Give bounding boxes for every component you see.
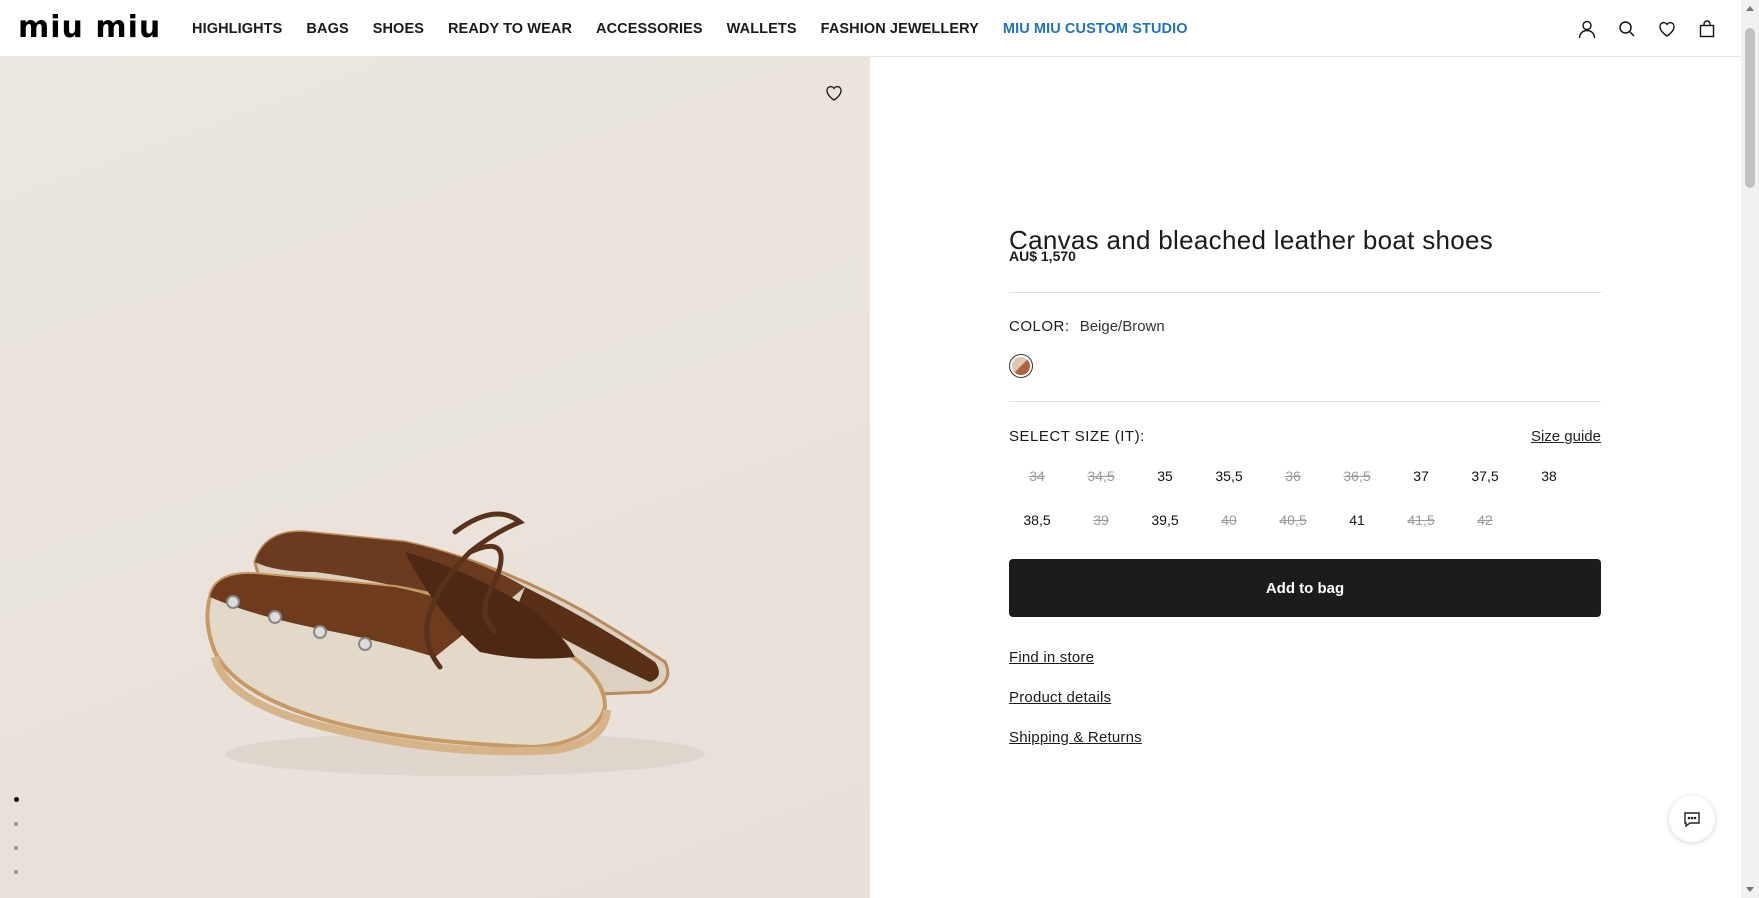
size-option: 42 [1477, 512, 1493, 528]
size-option[interactable]: 39,5 [1137, 505, 1193, 535]
wishlist-icon[interactable] [1655, 17, 1679, 41]
divider [1009, 401, 1601, 402]
size-option: 40 [1221, 512, 1237, 528]
search-icon[interactable] [1615, 17, 1639, 41]
nav-item-accessories[interactable]: ACCESSORIES [596, 21, 703, 37]
gallery-dot[interactable] [14, 797, 19, 802]
header-icons [1559, 0, 1719, 57]
nav-item-highlights[interactable]: HIGHLIGHTS [192, 21, 282, 37]
nav-item-wallets[interactable]: WALLETS [727, 21, 797, 37]
find-in-store-link[interactable]: Find in store [1009, 649, 1094, 666]
scroll-thumb[interactable] [1745, 28, 1755, 188]
size-option[interactable]: 37 [1393, 461, 1449, 491]
account-icon[interactable] [1575, 17, 1599, 41]
product-details-link[interactable]: Product details [1009, 689, 1111, 706]
bag-icon[interactable] [1695, 17, 1719, 41]
site-header: miu miu HIGHLIGHTS BAGS SHOES READY TO W… [0, 0, 1741, 57]
size-option[interactable]: 41 [1329, 505, 1385, 535]
size-option[interactable]: 35,5 [1201, 461, 1257, 491]
size-option: 36 [1285, 468, 1301, 484]
nav-item-ready-to-wear[interactable]: READY TO WEAR [448, 21, 572, 37]
nav-item-custom-studio[interactable]: MIU MIU CUSTOM STUDIO [1003, 21, 1188, 37]
shipping-returns-link[interactable]: Shipping & Returns [1009, 729, 1142, 746]
color-value: Beige/Brown [1079, 318, 1165, 335]
size-option: 36,5 [1343, 468, 1371, 484]
main-nav: HIGHLIGHTS BAGS SHOES READY TO WEAR ACCE… [192, 0, 1212, 57]
size-option: 34 [1029, 468, 1045, 484]
brand-logo[interactable]: miu miu [18, 13, 161, 43]
wishlist-heart-icon[interactable] [823, 82, 845, 104]
size-option[interactable]: 38,5 [1009, 505, 1065, 535]
gallery-dot[interactable] [14, 846, 18, 850]
size-guide-link[interactable]: Size guide [1531, 428, 1601, 445]
size-option: 41,5 [1407, 512, 1435, 528]
color-row: COLOR: Beige/Brown [1009, 318, 1165, 335]
product-price: AU$ 1,570 [1009, 248, 1076, 264]
divider [1009, 292, 1601, 293]
chat-button[interactable] [1669, 796, 1715, 842]
size-option: 39 [1093, 512, 1109, 528]
nav-item-bags[interactable]: BAGS [306, 21, 348, 37]
gallery-dot[interactable] [14, 870, 18, 874]
nav-item-shoes[interactable]: SHOES [373, 21, 424, 37]
size-option[interactable]: 37,5 [1457, 461, 1513, 491]
size-header: SELECT SIZE (IT): Size guide [1009, 428, 1601, 445]
color-swatch-beige-brown[interactable] [1009, 354, 1033, 378]
boat-shoe-illustration [205, 511, 705, 776]
scroll-down-arrow[interactable] [1746, 887, 1754, 892]
size-option[interactable]: 38 [1521, 461, 1577, 491]
product-image[interactable] [0, 57, 870, 898]
gallery-pagination [14, 797, 19, 894]
color-label: COLOR: [1009, 318, 1070, 335]
size-option: 40,5 [1279, 512, 1307, 528]
gallery-dot[interactable] [14, 822, 18, 826]
nav-item-fashion-jewellery[interactable]: FASHION JEWELLERY [821, 21, 979, 37]
size-option: 34,5 [1087, 468, 1115, 484]
size-label: SELECT SIZE (IT): [1009, 428, 1145, 445]
size-option[interactable]: 35 [1137, 461, 1193, 491]
page-scrollbar[interactable] [1741, 0, 1759, 898]
chat-icon [1684, 812, 1700, 828]
add-to-bag-button[interactable]: Add to bag [1009, 559, 1601, 617]
scroll-up-arrow[interactable] [1746, 6, 1754, 11]
product-title: Canvas and bleached leather boat shoes [1009, 225, 1494, 256]
